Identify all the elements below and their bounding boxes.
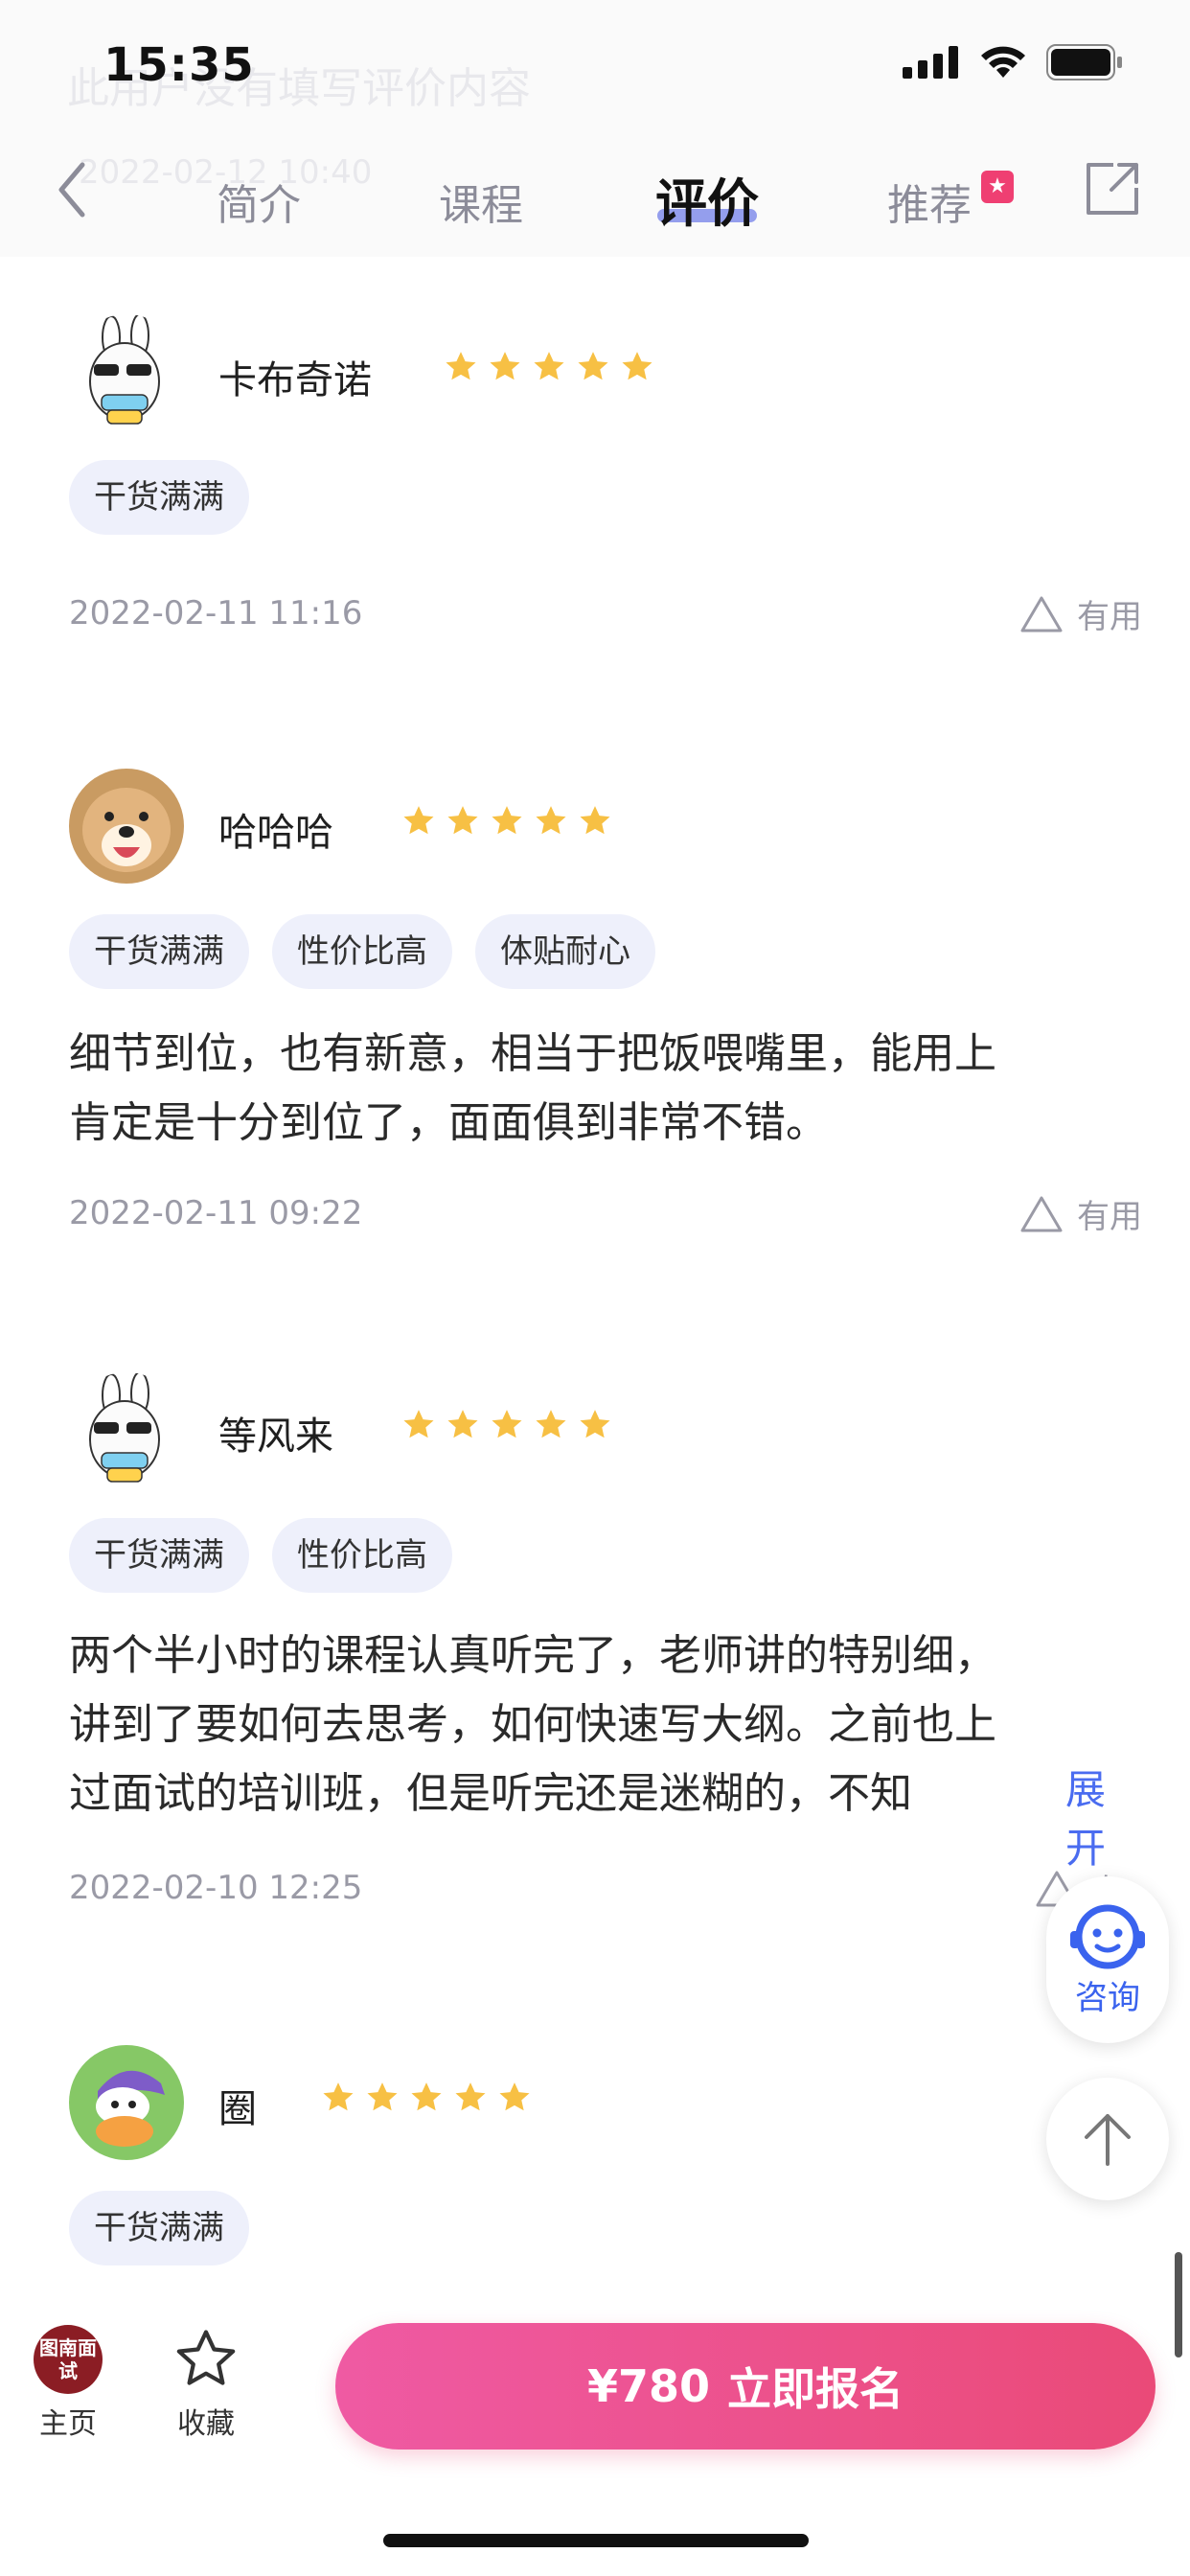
star-icon	[580, 1410, 610, 1438]
avatar[interactable]	[69, 769, 184, 884]
price-label: ¥780	[586, 2360, 711, 2412]
brand-logo: 图南面试	[34, 2325, 103, 2394]
review-text-line: 过面试的培训班，但是听完还是迷糊的，不知	[69, 1769, 912, 1818]
top-header: 此用户没有填写评价内容 2022-02-12 10:40 15:35 简介 课程…	[0, 0, 1190, 257]
review-tag: 干货满满	[69, 914, 249, 989]
username: 卡布奇诺	[218, 358, 372, 402]
signal-icon	[903, 46, 958, 79]
review-tag: 干货满满	[69, 2191, 249, 2266]
favorite-nav-item[interactable]: 收藏	[153, 2325, 259, 2442]
useful-label: 有用	[1077, 1198, 1142, 1236]
wifi-icon	[981, 46, 1025, 78]
share-icon[interactable]	[1085, 161, 1140, 217]
star-icon	[446, 352, 476, 380]
useful-button[interactable]: 有用	[1019, 1190, 1142, 1237]
star-icon	[490, 352, 520, 380]
review-item: 圈 干货满满	[69, 2045, 1142, 2294]
review-tag: 性价比高	[272, 914, 452, 989]
star-icon	[536, 1410, 566, 1438]
star-icon	[492, 1410, 522, 1438]
rating-stars	[320, 2080, 533, 2116]
username: 哈哈哈	[218, 811, 333, 855]
consult-label: 咨询	[1075, 1978, 1140, 2017]
star-icon	[323, 2082, 354, 2111]
avatar[interactable]	[69, 2045, 184, 2160]
review-text-line: 讲到了要如何去思考，如何快速写大纲。之前也上	[69, 1700, 996, 1749]
favorite-label: 收藏	[177, 2407, 235, 2441]
review-text-line: 细节到位，也有新意，相当于把饭喂嘴里，能用上	[69, 1029, 996, 1078]
rating-stars	[443, 349, 655, 385]
review-date: 2022-02-10 12:25	[69, 1869, 363, 1907]
star-icon	[536, 806, 566, 835]
star-icon	[534, 352, 564, 380]
useful-label: 有用	[1077, 598, 1142, 636]
recommend-badge: ★	[981, 171, 1014, 203]
tab-course[interactable]: 课程	[439, 171, 523, 232]
review-text: 细节到位，也有新意，相当于把饭喂嘴里，能用上 肯定是十分到位了，面面俱到非常不错…	[69, 1020, 1133, 1158]
star-icon	[411, 2082, 442, 2111]
review-date: 2022-02-11 11:16	[69, 594, 363, 632]
star-icon	[447, 1410, 478, 1438]
review-tags: 干货满满	[69, 460, 249, 535]
review-tag: 干货满满	[69, 1518, 249, 1593]
review-text-line: 两个半小时的课程认真听完了，老师讲的特别细，	[69, 1631, 996, 1680]
star-icon	[492, 806, 522, 835]
arrow-up-icon	[1085, 2114, 1131, 2166]
review-item: 哈哈哈 干货满满 性价比高 体贴耐心 细节到位，也有新意，相当于把饭喂嘴里，能用…	[69, 769, 1142, 1267]
tab-recommend[interactable]: 推荐	[887, 171, 972, 232]
review-tag: 干货满满	[69, 460, 249, 535]
tab-reviews[interactable]: 评价	[655, 161, 759, 237]
review-text: 两个半小时的课程认真听完了，老师讲的特别细， 讲到了要如何去思考，如何快速写大纲…	[69, 1622, 1133, 1828]
review-tags: 干货满满 性价比高 体贴耐心	[69, 914, 655, 989]
battery-icon	[1046, 44, 1122, 80]
review-tag: 体贴耐心	[475, 914, 655, 989]
star-icon	[622, 352, 652, 380]
reviews-list: 卡布奇诺 干货满满 2022-02-11 11:16 有用 哈哈哈 干货满满 性…	[25, 257, 1165, 2296]
star-icon	[578, 352, 608, 380]
back-arrow-icon[interactable]	[54, 161, 92, 218]
scrollbar[interactable]	[1175, 2252, 1182, 2358]
thumb-triangle-icon	[1020, 596, 1063, 632]
consult-button[interactable]: 咨询	[1046, 1876, 1169, 2043]
home-label: 主页	[39, 2407, 97, 2441]
review-item: 卡布奇诺 干货满满 2022-02-11 11:16 有用	[69, 314, 1142, 640]
review-item: 等风来 干货满满 性价比高 两个半小时的课程认真听完了，老师讲的特别细， 讲到了…	[69, 1372, 1142, 1947]
signup-label: 立即报名	[727, 2363, 904, 2415]
rating-stars	[400, 1407, 613, 1443]
rating-stars	[400, 803, 613, 840]
star-icon	[367, 2082, 398, 2111]
status-time: 15:35	[103, 38, 255, 92]
review-tags: 干货满满 性价比高	[69, 1518, 452, 1593]
star-icon	[580, 806, 610, 835]
signup-button[interactable]: ¥780 立即报名	[335, 2323, 1156, 2450]
review-text-line: 肯定是十分到位了，面面俱到非常不错。	[69, 1098, 828, 1147]
home-indicator	[383, 2534, 809, 2547]
star-icon	[447, 806, 478, 835]
expand-link[interactable]: 展开	[1065, 1758, 1142, 1874]
customer-service-icon	[1070, 1904, 1145, 1968]
review-date: 2022-02-11 09:22	[69, 1194, 363, 1232]
star-icon	[499, 2082, 530, 2111]
review-tag: 性价比高	[272, 1518, 452, 1593]
thumb-triangle-icon	[1020, 1196, 1063, 1231]
tab-intro[interactable]: 简介	[217, 171, 301, 232]
star-icon	[403, 806, 434, 835]
avatar[interactable]	[69, 314, 184, 429]
home-nav-item[interactable]: 图南面试 主页	[15, 2325, 121, 2442]
star-icon	[403, 1410, 434, 1438]
avatar[interactable]	[69, 1372, 184, 1487]
review-tags: 干货满满	[69, 2191, 249, 2266]
username: 圈	[218, 2087, 257, 2131]
username: 等风来	[218, 1414, 333, 1459]
useful-button[interactable]: 有用	[1019, 590, 1142, 637]
star-outline-icon	[176, 2330, 236, 2385]
back-to-top-button[interactable]	[1046, 2078, 1169, 2200]
status-icons	[903, 44, 1123, 80]
star-icon	[455, 2082, 486, 2111]
